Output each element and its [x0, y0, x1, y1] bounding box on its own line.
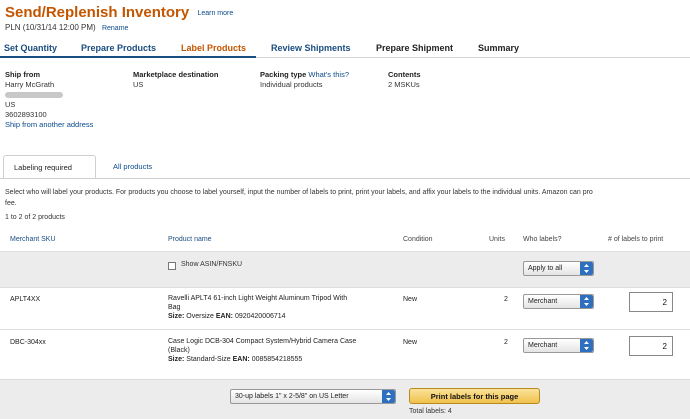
who-labels-value: Merchant [528, 298, 558, 305]
page-title: Send/Replenish Inventory [5, 4, 190, 21]
product-name-line1[interactable]: Case Logic DCB-304 Compact System/Hybrid… [168, 337, 398, 346]
progress-underline [0, 56, 256, 58]
ean-label: EAN: [215, 313, 233, 320]
row-units: 2 [504, 339, 508, 346]
product-name-line1[interactable]: Ravelli APLT4 61-inch Light Weight Alumi… [168, 294, 388, 303]
tab-labeling-required[interactable]: Labeling required [3, 155, 96, 179]
col-product-name[interactable]: Product name [168, 236, 212, 243]
row-sku: DBC-304xx [10, 339, 46, 346]
print-footer: 30-up labels 1" x 2-5/8" on US Letter Pr… [0, 380, 690, 419]
updown-arrow-icon [382, 390, 395, 403]
learn-more-link[interactable]: Learn more [197, 10, 233, 17]
marketplace-block: Marketplace destination US [133, 70, 218, 90]
contents-label: Contents [388, 70, 421, 79]
col-condition: Condition [403, 236, 433, 243]
plan-name: PLN (10/31/14 12:00 PM) [5, 23, 96, 32]
updown-arrow-icon [580, 339, 593, 352]
ship-from-another-address-link[interactable]: Ship from another address [5, 120, 93, 129]
product-size-ean: Size: Oversize EAN: 0920420006714 [168, 312, 388, 321]
ean-label: EAN: [232, 356, 250, 363]
label-format-select[interactable]: 30-up labels 1" x 2-5/8" on US Letter [230, 389, 396, 404]
rename-link[interactable]: Rename [102, 25, 128, 32]
labels-to-print-input[interactable]: 2 [629, 292, 673, 312]
print-labels-button[interactable]: Print labels for this page [409, 388, 540, 404]
product-name-line2[interactable]: Bag [168, 303, 388, 312]
packing-type-block: Packing type What's this? Individual pro… [260, 70, 349, 90]
ship-from-name: Harry McGrath [5, 80, 55, 89]
row-sku: APLT4XX [10, 296, 41, 303]
row-product-name: Case Logic DCB-304 Compact System/Hybrid… [168, 337, 398, 364]
step-review-shipments[interactable]: Review Shipments [271, 43, 351, 53]
ean-value: 0085854218555 [251, 356, 303, 363]
step-prepare-products[interactable]: Prepare Products [81, 43, 156, 53]
table-row: APLT4XX Ravelli APLT4 61-inch Light Weig… [0, 288, 690, 330]
step-label-products[interactable]: Label Products [181, 43, 246, 53]
instructions-line1: Select who will label your products. For… [5, 189, 593, 196]
ship-from-label: Ship from [5, 70, 40, 79]
show-asin-label: Show ASIN/FNSKU [181, 261, 243, 268]
whats-this-link[interactable]: What's this? [308, 70, 349, 79]
product-count: 1 to 2 of 2 products [5, 214, 65, 221]
ship-from-block: Ship from Harry McGrath US 3602893100 Sh… [5, 70, 93, 130]
col-units: Units [489, 236, 505, 243]
col-labels-to-print: # of labels to print [608, 236, 664, 243]
contents-value: 2 MSKUs [388, 80, 420, 89]
labeling-instructions: Select who will label your products. For… [5, 187, 690, 209]
ship-from-phone: 3602893100 [5, 110, 47, 119]
col-who-labels: Who labels? [523, 236, 562, 243]
contents-block: Contents 2 MSKUs [388, 70, 421, 90]
size-value: Standard-Size [186, 356, 231, 363]
step-set-quantity[interactable]: Set Quantity [4, 43, 57, 53]
who-labels-select[interactable]: Merchant [523, 294, 594, 309]
apply-to-all-value: Apply to all [528, 265, 563, 272]
marketplace-label: Marketplace destination [133, 70, 219, 79]
updown-arrow-icon [580, 262, 593, 275]
who-labels-value: Merchant [528, 342, 558, 349]
col-merchant-sku[interactable]: Merchant SKU [10, 236, 56, 243]
product-size-ean: Size: Standard-Size EAN: 0085854218555 [168, 355, 398, 364]
product-name-line2[interactable]: (Black) [168, 346, 398, 355]
tab-all-products[interactable]: All products [103, 155, 162, 179]
row-condition: New [403, 339, 418, 346]
ean-value: 0920420006714 [234, 313, 286, 320]
row-units: 2 [504, 296, 508, 303]
table-filter-row: Show ASIN/FNSKU Apply to all [0, 252, 690, 288]
show-asin-checkbox[interactable] [168, 262, 176, 270]
label-format-value: 30-up labels 1" x 2-5/8" on US Letter [235, 393, 349, 400]
who-labels-select[interactable]: Merchant [523, 338, 594, 353]
size-value: Oversize [186, 313, 214, 320]
packing-type-value: Individual products [260, 80, 323, 89]
plan-subline: PLN (10/31/14 12:00 PM) Rename [5, 23, 128, 32]
table-header: Merchant SKU Product name Condition Unit… [0, 228, 690, 252]
step-prepare-shipment: Prepare Shipment [376, 43, 454, 53]
table-row: DBC-304xx Case Logic DCB-304 Compact Sys… [0, 330, 690, 380]
tab-divider [0, 178, 690, 179]
step-summary: Summary [478, 43, 520, 53]
page-header: Send/Replenish Inventory Learn more [5, 4, 233, 21]
size-label: Size: [168, 356, 185, 363]
marketplace-value: US [133, 80, 144, 89]
workflow-steps: Set Quantity Prepare Products Label Prod… [0, 38, 690, 58]
packing-type-label: Packing type [260, 70, 307, 79]
labels-to-print-input[interactable]: 2 [629, 336, 673, 356]
row-product-name: Ravelli APLT4 61-inch Light Weight Alumi… [168, 294, 388, 321]
total-labels: Total labels: 4 [409, 408, 452, 415]
ship-from-address-redacted [5, 90, 93, 100]
size-label: Size: [168, 313, 185, 320]
updown-arrow-icon [580, 295, 593, 308]
ship-from-country: US [5, 100, 16, 109]
instructions-line2: fee. [5, 200, 17, 207]
apply-to-all-select[interactable]: Apply to all [523, 261, 594, 276]
row-condition: New [403, 296, 418, 303]
